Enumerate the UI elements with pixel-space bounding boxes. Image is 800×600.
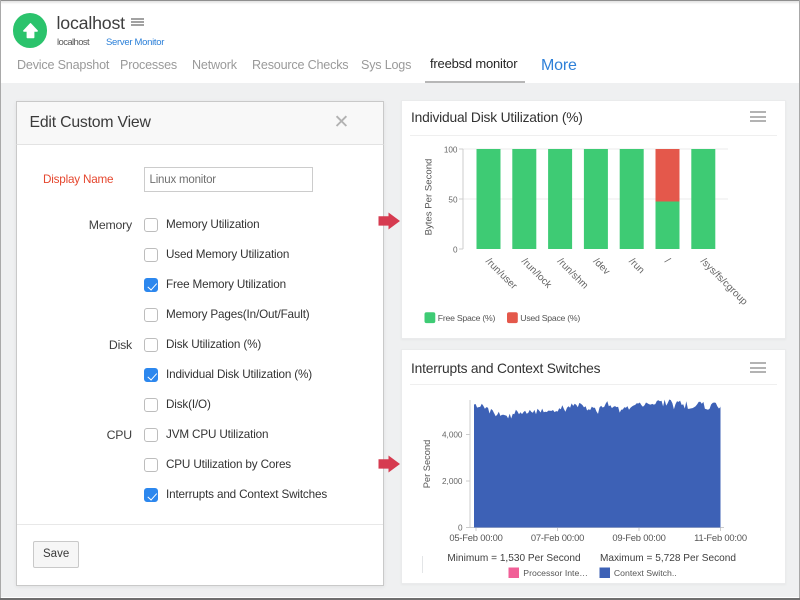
svg-text:Minimum = 1,530 Per Second: Minimum = 1,530 Per Second	[447, 553, 580, 564]
svg-text:Used Space (%): Used Space (%)	[520, 313, 580, 323]
svg-text:50: 50	[448, 195, 458, 204]
svg-text:05-Feb 00:00: 05-Feb 00:00	[449, 532, 502, 543]
svg-text:/: /	[662, 256, 672, 266]
svg-text:0: 0	[453, 245, 458, 254]
svg-text:09-Feb 00:00: 09-Feb 00:00	[612, 532, 665, 543]
svg-text:4,000: 4,000	[442, 431, 463, 440]
svg-text:Bytes Per Second: Bytes Per Second	[424, 159, 435, 236]
svg-text:Free Space (%): Free Space (%)	[438, 313, 496, 323]
svg-text:/run/user: /run/user	[483, 256, 519, 292]
svg-text:Context Switch..: Context Switch..	[614, 568, 677, 578]
svg-text:Maximum = 5,728 Per Second: Maximum = 5,728 Per Second	[600, 553, 736, 564]
svg-text:/run/shm: /run/shm	[555, 256, 590, 291]
svg-text:/dev: /dev	[591, 256, 612, 277]
svg-text:Processor Inte…: Processor Inte…	[523, 568, 588, 578]
svg-text:/run: /run	[626, 256, 646, 276]
svg-text:2,000: 2,000	[442, 477, 463, 486]
svg-text:/run/lock: /run/lock	[519, 256, 554, 291]
svg-text:Per Second: Per Second	[422, 440, 432, 489]
svg-text:07-Feb 00:00: 07-Feb 00:00	[531, 532, 584, 543]
svg-text:/sys/fs/cgroup: /sys/fs/cgroup	[698, 256, 750, 308]
svg-text:11-Feb 00:00: 11-Feb 00:00	[694, 532, 747, 543]
svg-text:100: 100	[444, 145, 458, 154]
